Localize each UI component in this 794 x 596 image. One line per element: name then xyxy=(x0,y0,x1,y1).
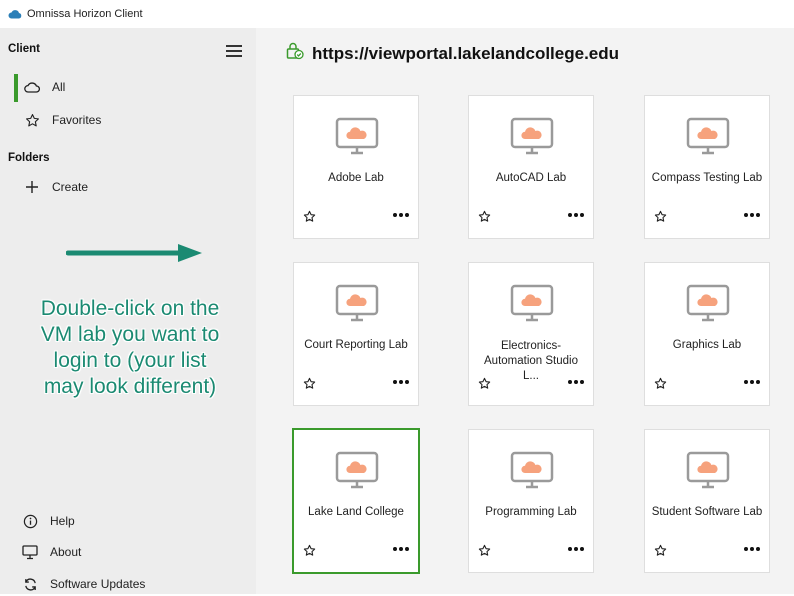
window-title: Omnissa Horizon Client xyxy=(27,8,143,20)
more-options-icon[interactable] xyxy=(744,213,760,217)
refresh-icon xyxy=(20,577,40,592)
help-label: Help xyxy=(50,514,75,528)
software-updates-button[interactable]: Software Updates xyxy=(20,572,145,596)
plus-icon xyxy=(22,180,42,194)
desktop-name: Lake Land College xyxy=(308,506,404,518)
more-options-icon[interactable] xyxy=(568,547,584,551)
more-options-icon[interactable] xyxy=(568,213,584,217)
server-header: https://viewportal.lakelandcollege.edu xyxy=(286,42,619,65)
create-folder-button[interactable]: Create xyxy=(14,172,244,202)
favorite-star-icon[interactable] xyxy=(654,377,667,395)
more-options-icon[interactable] xyxy=(744,547,760,551)
desktop-card[interactable]: Compass Testing Lab xyxy=(644,95,770,239)
monitor-icon xyxy=(20,544,40,560)
server-url: https://viewportal.lakelandcollege.edu xyxy=(312,43,620,63)
desktop-card[interactable]: Electronics-Automation Studio L... xyxy=(468,262,594,406)
favorite-star-icon[interactable] xyxy=(478,544,491,562)
desktop-card-selected[interactable]: Lake Land College xyxy=(292,428,420,574)
desktop-name: Compass Testing Lab xyxy=(651,172,763,184)
desktop-card[interactable]: Programming Lab xyxy=(468,429,594,573)
sidebar-item-favorites[interactable]: Favorites xyxy=(14,105,244,135)
about-button[interactable]: About xyxy=(20,540,81,564)
star-icon xyxy=(22,113,42,128)
create-label: Create xyxy=(52,180,89,194)
main-panel: https://viewportal.lakelandcollege.edu A… xyxy=(256,28,794,594)
help-button[interactable]: Help xyxy=(20,509,75,533)
more-options-icon[interactable] xyxy=(393,213,409,217)
more-options-icon[interactable] xyxy=(393,547,409,551)
favorite-star-icon[interactable] xyxy=(303,544,316,562)
hamburger-menu-icon[interactable] xyxy=(226,45,242,59)
cloud-desktop-icon xyxy=(510,284,554,329)
more-options-icon[interactable] xyxy=(744,380,760,384)
desktop-name: Graphics Lab xyxy=(672,339,742,351)
secure-server-icon xyxy=(286,42,304,65)
desktop-name: Adobe Lab xyxy=(328,172,384,184)
about-label: About xyxy=(50,545,82,559)
cloud-desktop-icon xyxy=(686,451,730,496)
desktop-card[interactable]: AutoCAD Lab xyxy=(468,95,594,239)
cloud-desktop-icon xyxy=(686,284,730,329)
cloud-desktop-icon xyxy=(510,451,554,496)
desktop-name: Student Software Lab xyxy=(651,506,763,518)
info-icon xyxy=(20,514,40,529)
desktop-name: Court Reporting Lab xyxy=(304,339,408,351)
sidebar-item-all[interactable]: All xyxy=(14,72,244,102)
sidebar-item-label: All xyxy=(52,80,66,94)
title-bar: Omnissa Horizon Client xyxy=(0,0,794,28)
desktop-name: Programming Lab xyxy=(485,506,577,518)
favorite-star-icon[interactable] xyxy=(478,210,491,228)
software-updates-label: Software Updates xyxy=(50,577,146,591)
folders-heading: Folders xyxy=(8,152,50,164)
desktop-card[interactable]: Graphics Lab xyxy=(644,262,770,406)
cloud-desktop-icon xyxy=(335,451,379,496)
more-options-icon[interactable] xyxy=(568,380,584,384)
annotation-text: Double-click on the VM lab you want to l… xyxy=(40,297,220,398)
more-options-icon[interactable] xyxy=(393,380,409,384)
desktop-card[interactable]: Student Software Lab xyxy=(644,429,770,573)
desktop-card[interactable]: Adobe Lab xyxy=(293,95,419,239)
favorite-star-icon[interactable] xyxy=(654,210,667,228)
cloud-desktop-icon xyxy=(335,284,379,329)
cloud-desktop-icon xyxy=(335,117,379,162)
favorite-star-icon[interactable] xyxy=(303,210,316,228)
client-heading: Client xyxy=(8,43,40,55)
desktop-name: AutoCAD Lab xyxy=(495,172,567,184)
cloud-desktop-icon xyxy=(686,117,730,162)
cloud-desktop-icon xyxy=(510,117,554,162)
favorite-star-icon[interactable] xyxy=(654,544,667,562)
cloud-icon xyxy=(22,81,42,93)
favorite-star-icon[interactable] xyxy=(478,377,491,395)
desktop-card[interactable]: Court Reporting Lab xyxy=(293,262,419,406)
sidebar-item-label: Favorites xyxy=(52,113,102,127)
app-logo-icon xyxy=(8,7,22,21)
annotation-arrow-icon xyxy=(65,243,204,268)
favorite-star-icon[interactable] xyxy=(303,377,316,395)
